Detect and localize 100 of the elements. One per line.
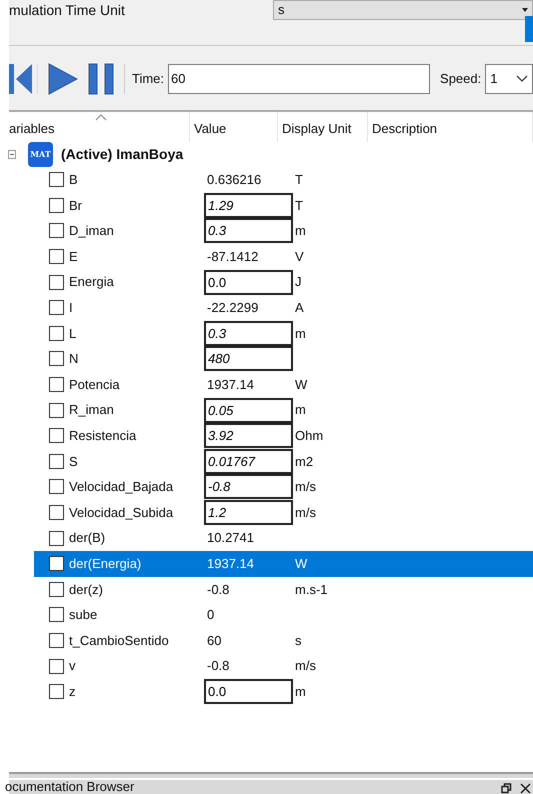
value-field[interactable]: 0.0 <box>204 270 293 295</box>
checkbox[interactable] <box>49 607 64 622</box>
collapse-icon[interactable] <box>8 150 16 158</box>
variable-name: D_iman <box>69 222 115 240</box>
speed-label: Speed: <box>440 70 482 88</box>
panel-title: ocumentation Browser <box>5 780 134 794</box>
variable-row[interactable]: I -22.2299 A <box>34 294 533 321</box>
time-unit-dropdown[interactable]: s <box>273 0 533 20</box>
pause-icon[interactable] <box>88 63 114 95</box>
scroll-handle[interactable] <box>525 16 533 42</box>
display-unit: m2 <box>295 452 314 471</box>
checkbox[interactable] <box>49 172 64 188</box>
value-field[interactable]: 0.0 <box>204 679 293 704</box>
variable-name: Potencia <box>69 376 121 394</box>
display-unit: J <box>295 273 302 292</box>
variable-name: Velocidad_Subida <box>69 504 174 522</box>
variable-row[interactable]: z 0.0 m <box>34 678 533 704</box>
variable-row[interactable]: L 0.3 m <box>34 320 533 346</box>
variable-value: 60 <box>206 632 222 650</box>
value-field[interactable]: 1.29 <box>204 192 293 218</box>
value-field[interactable]: 0.05 <box>204 398 293 423</box>
variable-value: -0.8 <box>206 657 230 676</box>
checkbox[interactable] <box>49 684 64 700</box>
checkbox[interactable] <box>49 249 64 264</box>
variable-row[interactable]: Velocidad_Subida 1.2 m/s <box>34 500 533 526</box>
checkbox[interactable] <box>49 198 64 213</box>
checkbox[interactable] <box>49 326 64 341</box>
variable-row[interactable]: B 0.636216 T <box>34 167 533 193</box>
variable-value: 10.2741 <box>206 529 255 548</box>
value-field[interactable]: 0.01767 <box>204 448 293 474</box>
variable-row[interactable]: sube 0 <box>34 602 533 628</box>
play-icon[interactable] <box>48 63 78 95</box>
value-field[interactable]: 0.3 <box>204 320 293 346</box>
chevron-down-icon <box>516 75 528 83</box>
variable-row[interactable]: Energia 0.0 J <box>34 269 533 295</box>
close-icon[interactable] <box>520 783 531 794</box>
column-header[interactable]: Description <box>368 112 533 142</box>
variable-value: 1937.14 <box>206 554 255 573</box>
time-label: Time: <box>132 70 164 88</box>
checkbox[interactable] <box>49 402 64 418</box>
variable-row[interactable]: t_CambioSentido 60 s <box>34 628 533 654</box>
display-unit: A <box>295 299 304 318</box>
variable-row[interactable]: Potencia 1937.14 W <box>34 372 533 398</box>
value-field[interactable]: -0.8 <box>204 474 293 500</box>
checkbox[interactable] <box>49 505 64 520</box>
variable-name: R_iman <box>69 401 115 420</box>
checkbox[interactable] <box>49 300 64 316</box>
variable-name: L <box>69 324 78 343</box>
variable-row[interactable]: der(Energia) 1937.14 W <box>34 550 533 576</box>
checkbox[interactable] <box>49 556 64 572</box>
display-unit: W <box>295 554 308 573</box>
checkbox[interactable] <box>49 530 64 546</box>
value-field[interactable]: 480 <box>204 346 293 372</box>
column-header[interactable]: Display Unit <box>278 112 368 142</box>
value-field[interactable]: 1.2 <box>204 500 293 526</box>
checkbox[interactable] <box>49 223 64 238</box>
checkbox[interactable] <box>49 479 64 494</box>
value-field[interactable]: 3.92 <box>204 423 293 448</box>
display-unit: Ohm <box>295 426 324 445</box>
variable-row[interactable]: S 0.01767 m2 <box>34 448 533 474</box>
display-unit: m <box>295 324 306 343</box>
checkbox[interactable] <box>49 351 64 366</box>
setting-label: mulation Time Unit <box>9 1 126 20</box>
variable-row[interactable]: D_iman 0.3 m <box>34 218 533 244</box>
variable-row[interactable]: N 480 <box>34 346 533 372</box>
checkbox[interactable] <box>49 377 64 392</box>
variable-row[interactable]: v -0.8 m/s <box>34 653 533 679</box>
checkbox[interactable] <box>49 454 64 469</box>
variable-row[interactable]: Br 1.29 T <box>34 192 533 218</box>
checkbox[interactable] <box>49 658 64 674</box>
variable-name: der(Energia) <box>69 554 142 573</box>
variable-row[interactable]: E -87.1412 V <box>34 244 533 270</box>
model-icon: MAT <box>28 142 53 166</box>
checkbox[interactable] <box>49 632 64 648</box>
value-field[interactable]: 0.3 <box>204 218 293 244</box>
variable-value: 1937.14 <box>206 376 255 394</box>
checkbox[interactable] <box>49 428 64 444</box>
checkbox[interactable] <box>49 582 64 597</box>
variable-row[interactable]: Resistencia 3.92 Ohm <box>34 422 533 449</box>
column-header[interactable]: Value <box>190 112 278 142</box>
variable-name: I <box>69 299 74 318</box>
variable-name: Energia <box>69 273 115 292</box>
display-unit: s <box>295 632 302 650</box>
model-title: (Active) ImanBoya <box>61 144 184 164</box>
display-unit: W <box>295 376 308 394</box>
display-unit: T <box>295 196 303 215</box>
variable-row[interactable]: Velocidad_Bajada -0.8 m/s <box>34 474 533 500</box>
restore-icon[interactable] <box>501 783 512 794</box>
variable-name: E <box>69 248 79 266</box>
display-unit: m <box>295 401 306 420</box>
checkbox[interactable] <box>49 274 64 290</box>
variable-name: S <box>69 452 79 471</box>
variable-row[interactable]: R_iman 0.05 m <box>34 397 533 423</box>
variable-row[interactable]: der(B) 10.2741 <box>34 525 533 551</box>
time-field[interactable]: 60 <box>168 64 430 94</box>
variable-row[interactable]: der(z) -0.8 m.s-1 <box>34 576 533 602</box>
variable-value: -87.1412 <box>206 248 260 266</box>
skip-back-icon[interactable] <box>9 63 33 95</box>
display-unit: m/s <box>295 657 316 676</box>
speed-dropdown[interactable]: 1 <box>485 64 533 94</box>
